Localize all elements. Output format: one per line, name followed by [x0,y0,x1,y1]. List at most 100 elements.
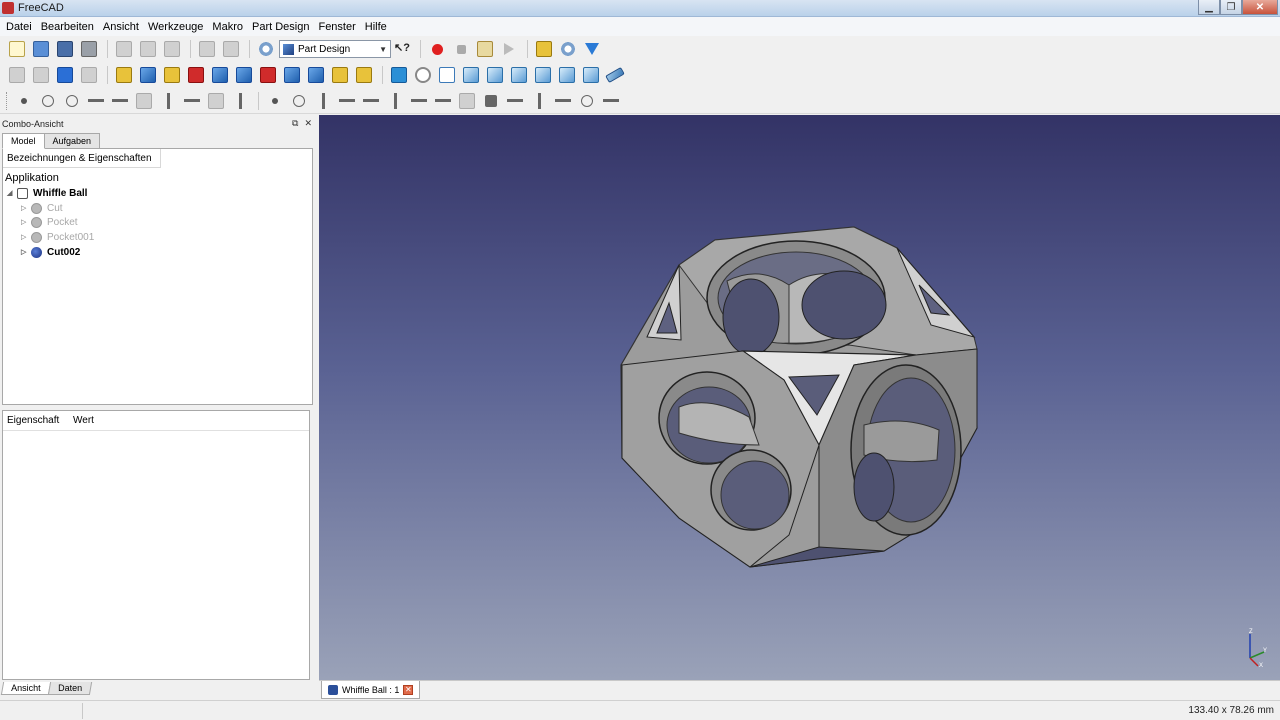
constraint-equal-button[interactable] [432,90,454,112]
menu-makro[interactable]: Makro [209,21,246,33]
tab-model[interactable]: Model [2,133,45,149]
close-icon[interactable]: ✕ [304,118,312,129]
rear-view-button[interactable] [532,64,554,86]
tree-header[interactable]: Bezeichnungen & Eigenschaften [3,149,161,168]
constraint-distance-button[interactable] [552,90,574,112]
constraint-tangent-button[interactable] [408,90,430,112]
tree-item-cut002[interactable]: ▷ Cut002 [21,245,80,259]
front-view-button[interactable] [460,64,482,86]
tree-document-row[interactable]: ◢ Whiffle Ball [7,186,87,200]
menu-werkzeuge[interactable]: Werkzeuge [145,21,206,33]
open-button[interactable] [30,38,52,60]
refresh-button[interactable] [255,38,277,60]
print-button[interactable] [78,38,100,60]
fit-selection-button[interactable] [30,64,52,86]
sketch-fillet-button[interactable] [157,90,179,112]
redo-button[interactable] [220,38,242,60]
paste-button[interactable] [161,38,183,60]
menu-part-design[interactable]: Part Design [249,21,312,33]
linear-pattern-button[interactable] [305,64,327,86]
cut-button[interactable] [113,38,135,60]
fit-all-button[interactable] [6,64,28,86]
3d-viewport[interactable]: Z Y X [319,115,1280,680]
top-view-button[interactable] [484,64,506,86]
constraint-vertical-button[interactable] [312,90,334,112]
fillet-button[interactable] [209,64,231,86]
minimize-button[interactable]: ▁ [1198,0,1220,15]
pad-button[interactable] [113,64,135,86]
constraint-perpendicular-button[interactable] [384,90,406,112]
sketch-circle-button[interactable] [61,90,83,112]
save-button[interactable] [54,38,76,60]
menu-hilfe[interactable]: Hilfe [362,21,390,33]
sketch-line-button[interactable] [85,90,107,112]
close-button[interactable]: ✕ [1242,0,1278,15]
constraint-angle-button[interactable] [600,90,622,112]
tab-aufgaben[interactable]: Aufgaben [43,133,101,149]
value-column-header[interactable]: Wert [69,415,94,430]
float-icon[interactable]: ⧉ [292,118,298,129]
chamfer-button[interactable] [233,64,255,86]
collapse-icon[interactable]: ◢ [7,189,17,197]
constraint-radius-button[interactable] [576,90,598,112]
copy-button[interactable] [137,38,159,60]
expand-icon[interactable]: ▷ [21,248,31,256]
download-button[interactable] [581,38,603,60]
workbench-selector[interactable]: Part Design ▼ [279,40,391,58]
sync-button[interactable] [557,38,579,60]
sketch-point-button[interactable] [13,90,35,112]
maximize-button[interactable]: ❐ [1220,0,1242,15]
expand-icon[interactable]: ▷ [21,204,31,212]
tab-whiffle-ball-view[interactable]: Whiffle Ball : 1 ✕ [321,681,421,699]
sketch-polyline-button[interactable] [109,90,131,112]
sketch-arc-button[interactable] [37,90,59,112]
left-view-button[interactable] [580,64,602,86]
close-tab-icon[interactable]: ✕ [403,684,414,695]
revolution-button[interactable] [161,64,183,86]
polar-pattern-button[interactable] [329,64,351,86]
property-column-header[interactable]: Eigenschaft [3,415,69,430]
new-button[interactable] [6,38,28,60]
constraint-parallel-button[interactable] [360,90,382,112]
whats-this-button[interactable]: ↖? [391,38,413,60]
constraint-symmetric-button[interactable] [456,90,478,112]
multi-transform-button[interactable] [353,64,375,86]
toolbar-grip[interactable] [6,91,9,110]
record-macro-button[interactable] [426,38,448,60]
constraint-lock-button[interactable] [480,90,502,112]
std-view-button[interactable] [54,64,76,86]
sketch-rectangle-button[interactable] [133,90,155,112]
stop-macro-button[interactable] [450,38,472,60]
tree-item-pocket[interactable]: ▷ Pocket [21,215,78,229]
constraint-horizontal-distance-button[interactable] [504,90,526,112]
tab-ansicht[interactable]: Ansicht [0,682,51,695]
menu-datei[interactable]: Datei [3,21,35,33]
menu-bearbeiten[interactable]: Bearbeiten [38,21,97,33]
tree-item-cut[interactable]: ▷ Cut [21,201,63,215]
view-fit-button[interactable] [388,64,410,86]
sketch-external-button[interactable] [205,90,227,112]
measure-button[interactable] [604,64,626,86]
constraint-coincident-button[interactable] [264,90,286,112]
draw-style-button[interactable] [412,64,434,86]
bottom-view-button[interactable] [556,64,578,86]
expand-icon[interactable]: ▷ [21,218,31,226]
edit-macro-button[interactable] [474,38,496,60]
run-macro-button[interactable] [498,38,520,60]
menu-fenster[interactable]: Fenster [315,21,358,33]
export-button[interactable] [78,64,100,86]
mirrored-button[interactable] [281,64,303,86]
expand-icon[interactable]: ▷ [21,233,31,241]
right-view-button[interactable] [508,64,530,86]
tab-daten[interactable]: Daten [47,682,92,695]
tree-item-pocket001[interactable]: ▷ Pocket001 [21,230,94,244]
constraint-vertical-distance-button[interactable] [528,90,550,112]
sketch-trim-button[interactable] [181,90,203,112]
pocket-button[interactable] [137,64,159,86]
draft-button[interactable] [257,64,279,86]
groove-button[interactable] [185,64,207,86]
iso-view-button[interactable] [436,64,458,86]
constraint-horizontal-button[interactable] [336,90,358,112]
menu-ansicht[interactable]: Ansicht [100,21,142,33]
sketch-construction-button[interactable] [229,90,251,112]
